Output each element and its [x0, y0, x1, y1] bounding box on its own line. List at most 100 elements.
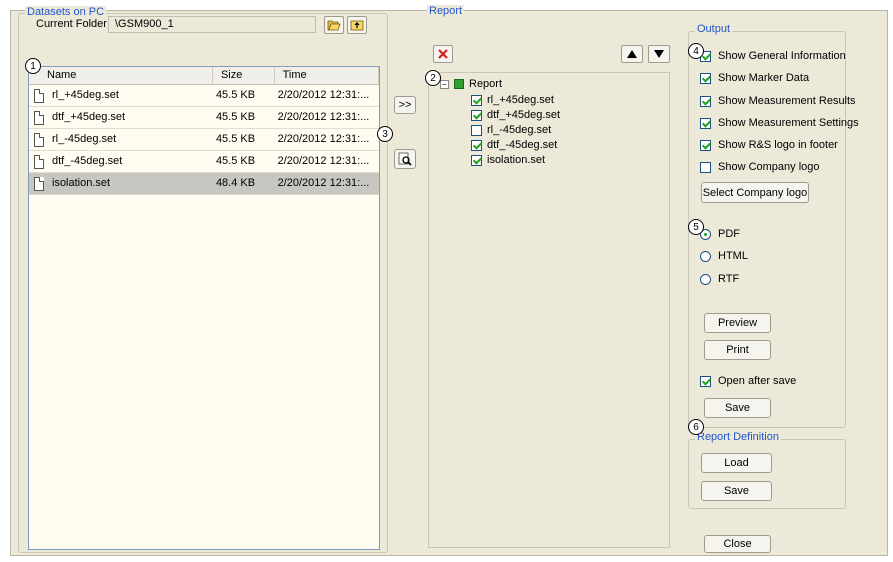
preview-dataset-button[interactable] — [394, 149, 416, 169]
tree-item-label: dtf_+45deg.set — [487, 109, 561, 121]
file-time: 2/20/2012 12:31:... — [277, 111, 370, 123]
report-root-label: Report — [469, 78, 503, 90]
file-name: dtf_-45deg.set — [52, 155, 123, 167]
callout-number: 2 — [430, 72, 436, 84]
option-show-company-logo[interactable]: Show Company logo — [700, 161, 820, 173]
format-rtf[interactable]: RTF — [700, 273, 739, 285]
table-row-selected[interactable]: isolation.set 48.4 KB 2/20/2012 12:31:..… — [29, 173, 379, 195]
current-folder-field[interactable]: \GSM900_1 — [108, 16, 316, 33]
print-button[interactable]: Print — [704, 340, 771, 360]
parent-folder-button[interactable] — [347, 16, 367, 34]
table-row[interactable]: dtf_+45deg.set 45.5 KB 2/20/2012 12:31:.… — [29, 107, 379, 129]
callout-number: 3 — [382, 128, 388, 140]
callout-marker: 5 — [688, 219, 704, 235]
callout-number: 6 — [693, 421, 699, 433]
triangle-up-icon — [627, 50, 637, 58]
tree-item[interactable]: isolation.set — [471, 154, 545, 166]
tree-item-label: rl_-45deg.set — [487, 124, 552, 136]
output-group-title: Output — [695, 23, 733, 35]
datasets-table[interactable]: Name Size Time rl_+45deg.set 45.5 KB 2/2… — [28, 66, 380, 550]
file-icon — [34, 110, 44, 125]
file-time: 2/20/2012 12:31:... — [277, 89, 370, 101]
table-row[interactable]: dtf_-45deg.set 45.5 KB 2/20/2012 12:31:.… — [29, 151, 379, 173]
option-show-measurement-results[interactable]: Show Measurement Results — [700, 95, 856, 107]
open-after-save-checkbox[interactable] — [700, 375, 711, 387]
delete-report-item-button[interactable] — [433, 45, 453, 63]
tree-item-label: dtf_-45deg.set — [487, 139, 558, 151]
tree-item-checkbox[interactable] — [471, 124, 482, 136]
file-icon — [34, 154, 44, 169]
tree-item-checkbox[interactable] — [471, 154, 482, 166]
file-name: rl_-45deg.set — [52, 133, 117, 145]
callout-marker: 4 — [688, 43, 704, 59]
load-definition-button[interactable]: Load — [701, 453, 772, 473]
option-checkbox[interactable] — [700, 117, 711, 129]
add-to-report-button[interactable]: >> — [394, 96, 416, 114]
add-to-report-label: >> — [398, 99, 412, 111]
magnifier-icon — [398, 152, 412, 166]
column-header-time[interactable]: Time — [275, 67, 379, 84]
option-label: Show General Information — [718, 50, 846, 62]
file-size: 45.5 KB — [215, 133, 256, 145]
tree-item[interactable]: rl_-45deg.set — [471, 124, 551, 136]
tree-item[interactable]: dtf_+45deg.set — [471, 109, 560, 121]
delete-icon — [438, 49, 448, 59]
option-checkbox[interactable] — [700, 95, 711, 107]
tree-item-checkbox[interactable] — [471, 94, 482, 106]
format-radio[interactable] — [700, 273, 711, 285]
current-folder-label: Current Folder — [36, 18, 107, 30]
open-after-save-option[interactable]: Open after save — [700, 375, 796, 387]
table-row[interactable]: rl_+45deg.set 45.5 KB 2/20/2012 12:31:..… — [29, 85, 379, 107]
tree-item-checkbox[interactable] — [471, 139, 482, 151]
format-pdf[interactable]: PDF — [700, 228, 740, 240]
option-checkbox[interactable] — [700, 72, 711, 84]
open-folder-button[interactable] — [324, 16, 344, 34]
format-label: PDF — [718, 228, 740, 240]
file-size: 48.4 KB — [215, 177, 256, 189]
select-company-logo-button[interactable]: Select Company logo — [701, 182, 809, 203]
callout-marker: 2 — [425, 70, 441, 86]
callout-number: 4 — [693, 45, 699, 57]
print-button-label: Print — [726, 344, 749, 356]
save-output-label: Save — [724, 402, 751, 414]
file-name: isolation.set — [52, 177, 111, 189]
column-header-name[interactable]: Name — [29, 67, 213, 84]
format-radio[interactable] — [700, 250, 711, 262]
move-down-button[interactable] — [648, 45, 670, 63]
open-folder-icon — [327, 20, 341, 31]
close-button[interactable]: Close — [704, 535, 771, 553]
collapse-icon[interactable]: − — [440, 79, 449, 89]
option-show-rs-logo-in-footer[interactable]: Show R&S logo in footer — [700, 139, 838, 151]
save-definition-label: Save — [723, 485, 750, 497]
report-definition-title: Report Definition — [695, 431, 781, 443]
file-time: 2/20/2012 12:31:... — [277, 155, 370, 167]
move-up-button[interactable] — [621, 45, 643, 63]
tree-item[interactable]: dtf_-45deg.set — [471, 139, 557, 151]
file-size: 45.5 KB — [215, 89, 256, 101]
callout-number: 1 — [30, 60, 36, 72]
option-checkbox[interactable] — [700, 139, 711, 151]
option-show-marker-data[interactable]: Show Marker Data — [700, 72, 809, 84]
tree-item-checkbox[interactable] — [471, 109, 482, 121]
option-show-measurement-settings[interactable]: Show Measurement Settings — [700, 117, 859, 129]
select-company-logo-label: Select Company logo — [702, 186, 808, 199]
tree-item[interactable]: rl_+45deg.set — [471, 94, 554, 106]
save-output-button[interactable]: Save — [704, 398, 771, 418]
option-label: Show R&S logo in footer — [718, 139, 838, 151]
option-label: Show Measurement Settings — [718, 117, 859, 129]
close-button-label: Close — [723, 538, 752, 550]
column-header-size[interactable]: Size — [213, 67, 275, 84]
report-group-title: Report — [427, 5, 465, 17]
save-definition-button[interactable]: Save — [701, 481, 772, 501]
preview-button[interactable]: Preview — [704, 313, 771, 333]
option-checkbox[interactable] — [700, 161, 711, 173]
preview-button-label: Preview — [717, 317, 758, 329]
option-show-general-information[interactable]: Show General Information — [700, 50, 846, 62]
callout-marker: 3 — [377, 126, 393, 142]
format-html[interactable]: HTML — [700, 250, 748, 262]
format-label: HTML — [718, 250, 748, 262]
callout-marker: 1 — [25, 58, 41, 74]
file-icon — [34, 88, 44, 103]
tree-root[interactable]: − Report — [440, 78, 502, 90]
table-row[interactable]: rl_-45deg.set 45.5 KB 2/20/2012 12:31:..… — [29, 129, 379, 151]
